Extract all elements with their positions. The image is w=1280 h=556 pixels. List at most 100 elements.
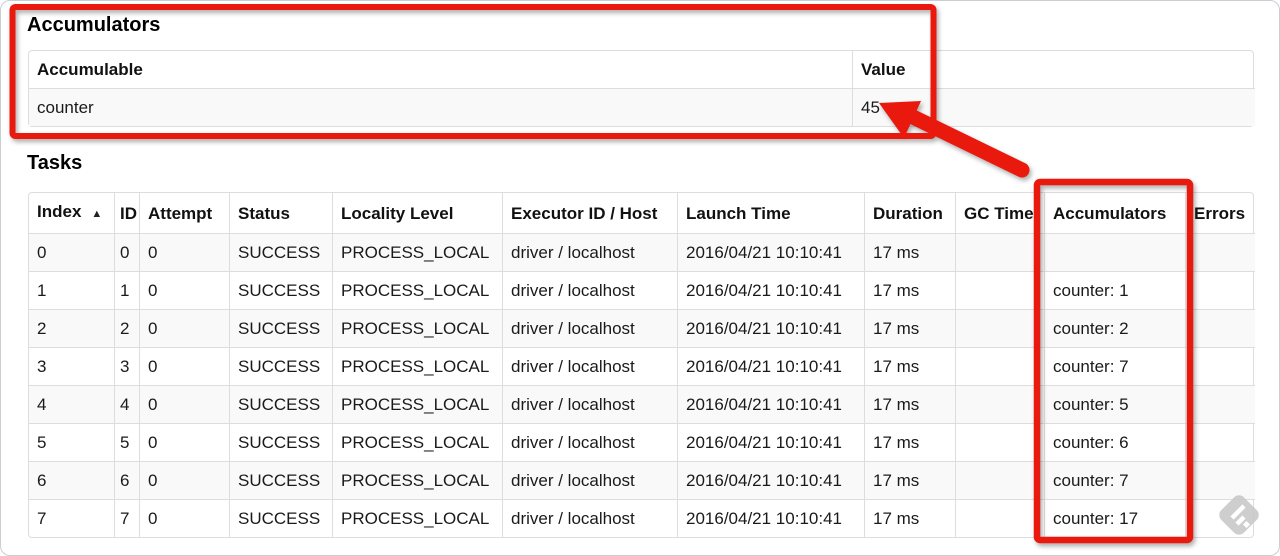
cell-locality: PROCESS_LOCAL bbox=[332, 271, 502, 309]
cell-duration: 17 ms bbox=[864, 347, 955, 385]
cell-accumulators: counter: 7 bbox=[1044, 347, 1185, 385]
cell-executor: driver / localhost bbox=[502, 423, 677, 461]
cell-id: 5 bbox=[114, 423, 139, 461]
cell-executor: driver / localhost bbox=[502, 309, 677, 347]
cell-id: 0 bbox=[114, 233, 139, 271]
cell-status: SUCCESS bbox=[229, 385, 332, 423]
cell-id: 1 bbox=[114, 271, 139, 309]
cell-launch-time: 2016/04/21 10:10:41 bbox=[677, 347, 864, 385]
cell-executor: driver / localhost bbox=[502, 347, 677, 385]
cell-id: 3 bbox=[114, 347, 139, 385]
cell-executor: driver / localhost bbox=[502, 233, 677, 271]
cell-duration: 17 ms bbox=[864, 385, 955, 423]
cell-launch-time: 2016/04/21 10:10:41 bbox=[677, 385, 864, 423]
cell-index: 1 bbox=[29, 271, 114, 309]
spark-ui-stage-page: Accumulators Accumulable Value counter 4… bbox=[0, 0, 1280, 556]
launch-time-column-header[interactable]: Launch Time bbox=[677, 193, 864, 233]
accumulators-column-header[interactable]: Accumulators bbox=[1044, 193, 1185, 233]
cell-status: SUCCESS bbox=[229, 423, 332, 461]
cell-duration: 17 ms bbox=[864, 461, 955, 499]
cell-gc-time bbox=[955, 385, 1044, 423]
cell-index: 2 bbox=[29, 309, 114, 347]
cell-attempt: 0 bbox=[139, 461, 229, 499]
cell-launch-time: 2016/04/21 10:10:41 bbox=[677, 423, 864, 461]
tasks-heading: Tasks bbox=[27, 152, 83, 174]
cell-accumulators: counter: 5 bbox=[1044, 385, 1185, 423]
cell-executor: driver / localhost bbox=[502, 499, 677, 537]
duration-column-header[interactable]: Duration bbox=[864, 193, 955, 233]
cell-id: 2 bbox=[114, 309, 139, 347]
cell-gc-time bbox=[955, 347, 1044, 385]
task-row: 0 0 0 SUCCESS PROCESS_LOCAL driver / loc… bbox=[29, 233, 1255, 271]
cell-id: 7 bbox=[114, 499, 139, 537]
cell-status: SUCCESS bbox=[229, 309, 332, 347]
cell-status: SUCCESS bbox=[229, 499, 332, 537]
cell-attempt: 0 bbox=[139, 233, 229, 271]
cell-accumulators: counter: 2 bbox=[1044, 309, 1185, 347]
cell-accumulators: counter: 1 bbox=[1044, 271, 1185, 309]
cell-gc-time bbox=[955, 423, 1044, 461]
cell-launch-time: 2016/04/21 10:10:41 bbox=[677, 309, 864, 347]
cell-launch-time: 2016/04/21 10:10:41 bbox=[677, 461, 864, 499]
status-column-header[interactable]: Status bbox=[229, 193, 332, 233]
cell-duration: 17 ms bbox=[864, 423, 955, 461]
accumulators-heading: Accumulators bbox=[27, 14, 161, 36]
cell-attempt: 0 bbox=[139, 271, 229, 309]
cell-duration: 17 ms bbox=[864, 271, 955, 309]
id-column-header[interactable]: ID bbox=[114, 193, 139, 233]
tasks-header-row: Index ▲ ID Attempt Status Locality Level … bbox=[29, 193, 1255, 233]
cell-errors bbox=[1185, 271, 1255, 309]
cell-errors bbox=[1185, 461, 1255, 499]
cell-locality: PROCESS_LOCAL bbox=[332, 309, 502, 347]
cell-gc-time bbox=[955, 309, 1044, 347]
cell-accumulators: counter: 17 bbox=[1044, 499, 1185, 537]
cell-duration: 17 ms bbox=[864, 309, 955, 347]
cell-gc-time bbox=[955, 271, 1044, 309]
tasks-table: Index ▲ ID Attempt Status Locality Level … bbox=[28, 192, 1255, 538]
gc-time-column-header[interactable]: GC Time bbox=[955, 193, 1044, 233]
accumulator-row: counter 45 bbox=[29, 88, 1255, 126]
cell-index: 0 bbox=[29, 233, 114, 271]
cell-errors bbox=[1185, 499, 1255, 537]
cell-locality: PROCESS_LOCAL bbox=[332, 499, 502, 537]
task-row: 4 4 0 SUCCESS PROCESS_LOCAL driver / loc… bbox=[29, 385, 1255, 423]
cell-executor: driver / localhost bbox=[502, 271, 677, 309]
cell-accumulators: counter: 7 bbox=[1044, 461, 1185, 499]
cell-locality: PROCESS_LOCAL bbox=[332, 347, 502, 385]
index-header-label: Index bbox=[37, 202, 82, 221]
cell-status: SUCCESS bbox=[229, 233, 332, 271]
index-column-header[interactable]: Index ▲ bbox=[29, 193, 114, 233]
cell-errors bbox=[1185, 347, 1255, 385]
cell-status: SUCCESS bbox=[229, 271, 332, 309]
cell-attempt: 0 bbox=[139, 309, 229, 347]
task-row: 7 7 0 SUCCESS PROCESS_LOCAL driver / loc… bbox=[29, 499, 1255, 537]
cell-attempt: 0 bbox=[139, 499, 229, 537]
cell-index: 4 bbox=[29, 385, 114, 423]
task-row: 6 6 0 SUCCESS PROCESS_LOCAL driver / loc… bbox=[29, 461, 1255, 499]
sort-ascending-icon: ▲ bbox=[91, 208, 103, 220]
cell-attempt: 0 bbox=[139, 385, 229, 423]
executor-id-host-column-header[interactable]: Executor ID / Host bbox=[502, 193, 677, 233]
cell-index: 7 bbox=[29, 499, 114, 537]
accumulators-header-row: Accumulable Value bbox=[29, 51, 1255, 88]
cell-errors bbox=[1185, 309, 1255, 347]
cell-locality: PROCESS_LOCAL bbox=[332, 233, 502, 271]
errors-column-header[interactable]: Errors bbox=[1185, 193, 1255, 233]
cell-executor: driver / localhost bbox=[502, 385, 677, 423]
cell-index: 5 bbox=[29, 423, 114, 461]
cell-duration: 17 ms bbox=[864, 499, 955, 537]
cell-gc-time bbox=[955, 499, 1044, 537]
cell-locality: PROCESS_LOCAL bbox=[332, 385, 502, 423]
accumulable-name-cell: counter bbox=[29, 88, 852, 126]
attempt-column-header[interactable]: Attempt bbox=[139, 193, 229, 233]
locality-level-column-header[interactable]: Locality Level bbox=[332, 193, 502, 233]
cell-errors bbox=[1185, 233, 1255, 271]
cell-launch-time: 2016/04/21 10:10:41 bbox=[677, 233, 864, 271]
cell-attempt: 0 bbox=[139, 423, 229, 461]
cell-gc-time bbox=[955, 233, 1044, 271]
cell-status: SUCCESS bbox=[229, 347, 332, 385]
task-row: 5 5 0 SUCCESS PROCESS_LOCAL driver / loc… bbox=[29, 423, 1255, 461]
accumulators-table: Accumulable Value counter 45 bbox=[28, 50, 1255, 127]
accumulable-column-header: Accumulable bbox=[37, 60, 143, 79]
value-column-header: Value bbox=[852, 51, 1255, 88]
